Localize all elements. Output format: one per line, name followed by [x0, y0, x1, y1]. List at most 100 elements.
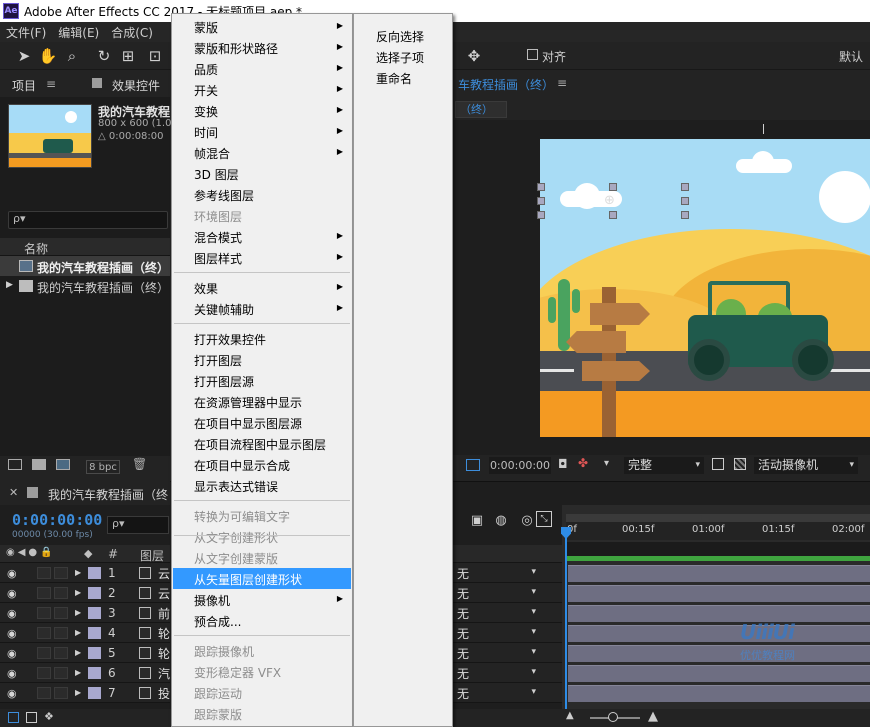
- channel-chevron-icon[interactable]: ▾: [604, 458, 609, 469]
- expand-triangle-icon[interactable]: ▶: [75, 568, 81, 577]
- layer-duration-bar[interactable]: [568, 645, 870, 662]
- camera-tool-icon[interactable]: ⊞: [118, 46, 138, 66]
- layer-row[interactable]: ◉ ▶ 5 轮: [0, 643, 170, 663]
- label-color-swatch[interactable]: [88, 587, 101, 599]
- context-menu-item[interactable]: 在项目中显示图层源: [173, 412, 351, 433]
- column-name[interactable]: 名称: [24, 240, 48, 257]
- layer-row[interactable]: ◉ ▶ 4 轮: [0, 623, 170, 643]
- resolution-select[interactable]: 完整 ▾: [624, 457, 704, 474]
- tab-project[interactable]: 项目: [12, 77, 36, 94]
- context-menu-item[interactable]: 3D 图层: [173, 163, 351, 184]
- context-menu-item[interactable]: 蒙版和形状路径 ▶: [173, 37, 351, 58]
- eye-icon[interactable]: ◉: [7, 587, 17, 600]
- comp-navigator-breadcrumb[interactable]: （终）: [455, 101, 507, 118]
- toggle-switches-icon[interactable]: [26, 712, 37, 723]
- time-navigator[interactable]: [566, 514, 870, 522]
- eye-icon[interactable]: ◉: [7, 607, 17, 620]
- transform-handle[interactable]: [681, 183, 689, 191]
- region-of-interest-icon[interactable]: [712, 458, 724, 470]
- context-menu-item[interactable]: 蒙版 ▶: [173, 16, 351, 37]
- expand-triangle-icon[interactable]: ▶: [75, 688, 81, 697]
- eye-icon[interactable]: ◉: [7, 667, 17, 680]
- layer-duration-bar[interactable]: [568, 565, 870, 582]
- solo-switch[interactable]: [37, 587, 51, 599]
- lock-switch[interactable]: [54, 587, 68, 599]
- label-color-swatch[interactable]: [88, 687, 101, 699]
- layer-duration-bar[interactable]: [568, 585, 870, 602]
- rotate-tool-icon[interactable]: ↻: [94, 46, 114, 66]
- context-menu-item[interactable]: 打开图层: [173, 349, 351, 370]
- layer-mode-select[interactable]: 无 ▾: [452, 603, 562, 623]
- layer-mode-select[interactable]: 无 ▾: [452, 663, 562, 683]
- graph-editor-icon[interactable]: ⤡: [536, 511, 552, 527]
- label-color-swatch[interactable]: [88, 567, 101, 579]
- transform-handle[interactable]: [609, 183, 617, 191]
- zoom-tool-icon[interactable]: ⌕: [62, 46, 82, 66]
- snapshot-icon[interactable]: ◘: [558, 457, 568, 471]
- context-menu-item[interactable]: 从矢量图层创建形状: [173, 568, 351, 589]
- lock-switch[interactable]: [54, 567, 68, 579]
- tab-effect-controls[interactable]: 效果控件: [112, 77, 160, 94]
- solo-switch[interactable]: [37, 687, 51, 699]
- context-menu-item[interactable]: 在资源管理器中显示: [173, 391, 351, 412]
- workspace-default[interactable]: 默认: [839, 48, 863, 65]
- timeline-search-input[interactable]: ρ▾: [107, 516, 169, 534]
- context-menu-item[interactable]: 摄像机 ▶: [173, 589, 351, 610]
- toggle-modes-icon[interactable]: ❖: [44, 710, 54, 723]
- draft-3d-icon[interactable]: ▣: [468, 511, 486, 529]
- layer-mode-select[interactable]: 无 ▾: [452, 683, 562, 703]
- selection-tool-icon[interactable]: ➤: [14, 46, 34, 66]
- context-menu-item[interactable]: 开关 ▶: [173, 79, 351, 100]
- layer-duration-bar[interactable]: [568, 685, 870, 702]
- work-area-bar[interactable]: [566, 542, 870, 556]
- label-color-swatch[interactable]: [88, 607, 101, 619]
- label-color-swatch[interactable]: [88, 647, 101, 659]
- submenu-item[interactable]: 选择子项: [355, 46, 451, 67]
- lock-switch[interactable]: [54, 687, 68, 699]
- expand-triangle-icon[interactable]: ▶: [75, 628, 81, 637]
- eye-icon[interactable]: ◉: [7, 647, 17, 660]
- transform-handle[interactable]: [609, 211, 617, 219]
- project-item-comp[interactable]: 我的汽车教程插画（终）: [0, 256, 170, 276]
- expand-triangle-icon[interactable]: ▶: [75, 588, 81, 597]
- pan-behind-tool-icon[interactable]: ⊡: [145, 46, 165, 66]
- layer-row[interactable]: ◉ ▶ 6 汽: [0, 663, 170, 683]
- menu-file[interactable]: 文件(F): [0, 24, 52, 41]
- layer-mode-select[interactable]: 无 ▾: [452, 563, 562, 583]
- submenu-item[interactable]: 重命名: [355, 67, 451, 88]
- expand-triangle-icon[interactable]: ▶: [75, 668, 81, 677]
- project-item-folder[interactable]: ▶ 我的汽车教程插画（终）: [0, 276, 170, 296]
- layer-duration-bar[interactable]: [568, 625, 870, 642]
- layer-duration-bar[interactable]: [568, 665, 870, 682]
- context-menu-item[interactable]: 在项目中显示合成: [173, 454, 351, 475]
- close-icon[interactable]: ✕: [9, 486, 18, 499]
- layer-duration-bar[interactable]: [568, 605, 870, 622]
- context-menu-item[interactable]: 预合成...: [173, 610, 351, 631]
- timeline-current-time[interactable]: 0:00:00:00: [12, 511, 102, 529]
- solo-switch[interactable]: [37, 627, 51, 639]
- camera-select[interactable]: 活动摄像机 ▾: [754, 457, 858, 474]
- context-menu-item[interactable]: 时间 ▶: [173, 121, 351, 142]
- anchor-point-icon[interactable]: ⊕: [604, 193, 615, 208]
- context-menu-item[interactable]: 在项目流程图中显示图层: [173, 433, 351, 454]
- transparency-grid-icon[interactable]: [734, 458, 746, 470]
- eye-icon[interactable]: ◉: [7, 687, 17, 700]
- context-menu-item[interactable]: 关键帧辅助 ▶: [173, 298, 351, 319]
- zoom-slider-thumb[interactable]: [608, 712, 618, 722]
- lock-switch[interactable]: [54, 667, 68, 679]
- layer-mode-select[interactable]: 无 ▾: [452, 643, 562, 663]
- transform-handle[interactable]: [537, 183, 545, 191]
- zoom-in-icon[interactable]: ▲: [648, 709, 658, 724]
- solo-switch[interactable]: [37, 647, 51, 659]
- submenu-item[interactable]: 反向选择: [355, 25, 451, 46]
- solo-switch[interactable]: [37, 607, 51, 619]
- project-search-input[interactable]: ρ▾: [8, 211, 168, 229]
- solo-switch[interactable]: [37, 567, 51, 579]
- transform-handle[interactable]: [681, 211, 689, 219]
- trash-icon[interactable]: 🗑: [132, 457, 147, 471]
- layer-mode-select[interactable]: 无 ▾: [452, 623, 562, 643]
- transform-handle[interactable]: [681, 197, 689, 205]
- context-menu-item[interactable]: 参考线图层: [173, 184, 351, 205]
- menu-composition[interactable]: 合成(C): [105, 24, 159, 41]
- transform-handle[interactable]: [537, 211, 545, 219]
